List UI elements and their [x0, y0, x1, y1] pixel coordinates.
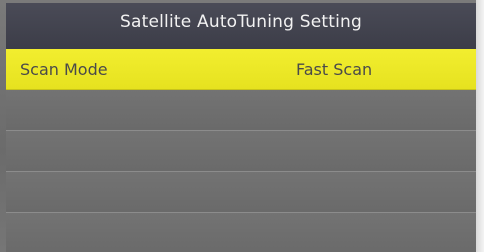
- scan-mode-value[interactable]: Fast Scan: [296, 49, 372, 89]
- menu-item-empty-2[interactable]: [6, 131, 476, 172]
- menu-item-empty-1[interactable]: [6, 90, 476, 131]
- page-title: Satellite AutoTuning Setting: [119, 12, 362, 32]
- title-bar: Satellite AutoTuning Setting: [6, 3, 476, 49]
- menu-item-empty-4[interactable]: [6, 213, 476, 252]
- menu-item-scan-mode[interactable]: Scan Mode Fast Scan: [6, 49, 476, 90]
- screen-bezel: [476, 0, 484, 252]
- settings-list: Scan Mode Fast Scan: [6, 49, 476, 252]
- tv-screen: Satellite AutoTuning Setting Scan Mode F…: [0, 0, 484, 252]
- menu-item-empty-3[interactable]: [6, 172, 476, 213]
- menu-item-label: Scan Mode: [20, 59, 108, 79]
